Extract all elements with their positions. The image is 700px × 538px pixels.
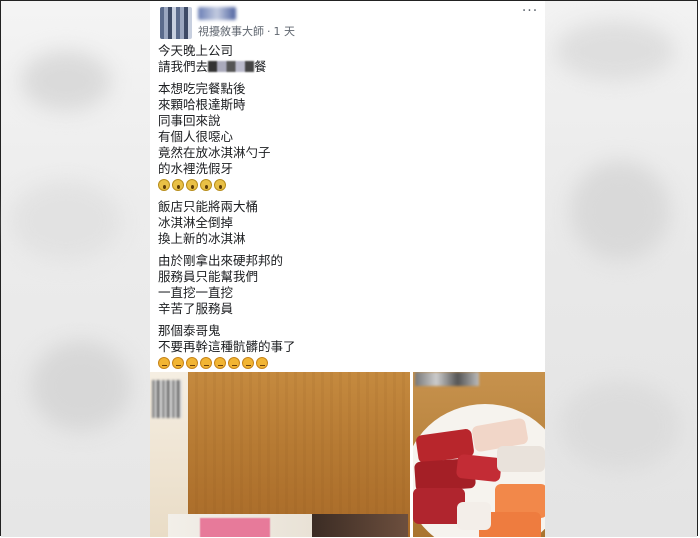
blurred-background-left bbox=[1, 1, 150, 537]
angry-face-icon bbox=[172, 357, 184, 369]
angry-face-icon bbox=[242, 357, 254, 369]
scream-face-icon bbox=[172, 179, 184, 191]
more-options-icon[interactable]: ··· bbox=[520, 4, 540, 19]
angry-face-icon bbox=[200, 357, 212, 369]
white-fish-slice bbox=[457, 502, 491, 530]
post-text-line: 飯店只能將兩大桶 bbox=[158, 199, 259, 214]
post-text-line: 不要再幹這種骯髒的事了 bbox=[158, 339, 296, 354]
post-text-line: 那個泰哥鬼 bbox=[158, 323, 221, 338]
meta-separator: · bbox=[267, 25, 271, 38]
post-header: 視擾敘事大師 · 1 天 ··· bbox=[150, 1, 545, 43]
angry-face-icon bbox=[158, 357, 170, 369]
emoji-row bbox=[158, 177, 538, 193]
scream-face-icon bbox=[158, 179, 170, 191]
group-name[interactable]: 視擾敘事大師 bbox=[198, 25, 264, 38]
menu-card bbox=[150, 372, 188, 537]
tuna-slice bbox=[455, 453, 503, 483]
facebook-post: 視擾敘事大師 · 1 天 ··· 今天晚上公司 請我們去餐本想吃完餐點後 來顆哈根達斯時… bbox=[150, 1, 545, 537]
post-text-line: 冰淇淋全倒掉 bbox=[158, 215, 234, 230]
post-text-line: 今天晚上公司 bbox=[158, 43, 234, 58]
post-paragraph: 由於剛拿出來硬邦邦的 服務員只能幫我們 一直挖一直挖 辛苦了服務員 bbox=[158, 253, 538, 317]
author-name[interactable] bbox=[198, 7, 236, 20]
post-paragraph: 今天晚上公司 請我們去 餐 bbox=[158, 43, 538, 75]
censored-label bbox=[200, 518, 270, 537]
censored-restaurant-name bbox=[208, 61, 255, 72]
post-body: 今天晚上公司 請我們去餐本想吃完餐點後 來顆哈根達斯時 同事回來說 有個人很噁心 竟然在放… bbox=[158, 43, 538, 377]
angry-face-icon bbox=[214, 357, 226, 369]
post-text-line: 換上新的冰淇淋 bbox=[158, 231, 246, 246]
post-meta: 視擾敘事大師 · 1 天 bbox=[198, 23, 295, 39]
post-text-line: 一直挖一直挖 bbox=[158, 285, 234, 300]
post-text-line: 來顆哈根達斯時 bbox=[158, 97, 246, 112]
blurred-background-right bbox=[545, 1, 697, 537]
post-text-segment: 餐 bbox=[254, 59, 267, 74]
post-text-line: 辛苦了服務員 bbox=[158, 301, 234, 316]
post-text-line: 的水裡洗假牙 bbox=[158, 161, 234, 176]
post-text-line: 由於剛拿出來硬邦邦的 bbox=[158, 253, 284, 268]
post-photo-sashimi[interactable] bbox=[413, 372, 545, 537]
scream-face-icon bbox=[186, 179, 198, 191]
emoji-row bbox=[158, 355, 538, 371]
post-text-line: 請我們去 餐 bbox=[158, 59, 538, 75]
avatar[interactable] bbox=[160, 7, 192, 39]
post-text-line: 同事回來說 bbox=[158, 113, 221, 128]
post-paragraph: 那個泰哥鬼 不要再幹這種骯髒的事了 bbox=[158, 323, 538, 371]
post-timestamp[interactable]: 1 天 bbox=[274, 25, 296, 38]
angry-face-icon bbox=[256, 357, 268, 369]
angry-face-icon bbox=[186, 357, 198, 369]
scream-face-icon bbox=[200, 179, 212, 191]
scream-face-icon bbox=[214, 179, 226, 191]
post-photo-table[interactable] bbox=[150, 372, 410, 537]
post-text-line: 有個人很噁心 bbox=[158, 129, 234, 144]
post-paragraph: 本想吃完餐點後 來顆哈根達斯時 同事回來說 有個人很噁心 竟然在放冰淇淋勺子 的水裡洗假牙 bbox=[158, 81, 538, 193]
angry-face-icon bbox=[228, 357, 240, 369]
post-paragraph: 飯店只能將兩大桶 冰淇淋全倒掉 換上新的冰淇淋 bbox=[158, 199, 538, 247]
post-text-segment: 請我們去 bbox=[158, 59, 209, 74]
censored-text bbox=[415, 372, 479, 386]
censored-menu-text bbox=[152, 380, 182, 418]
post-text-line: 服務員只能幫我們 bbox=[158, 269, 259, 284]
post-text-line: 竟然在放冰淇淋勺子 bbox=[158, 145, 271, 160]
post-text-line: 本想吃完餐點後 bbox=[158, 81, 246, 96]
white-fish-slice bbox=[497, 446, 545, 472]
